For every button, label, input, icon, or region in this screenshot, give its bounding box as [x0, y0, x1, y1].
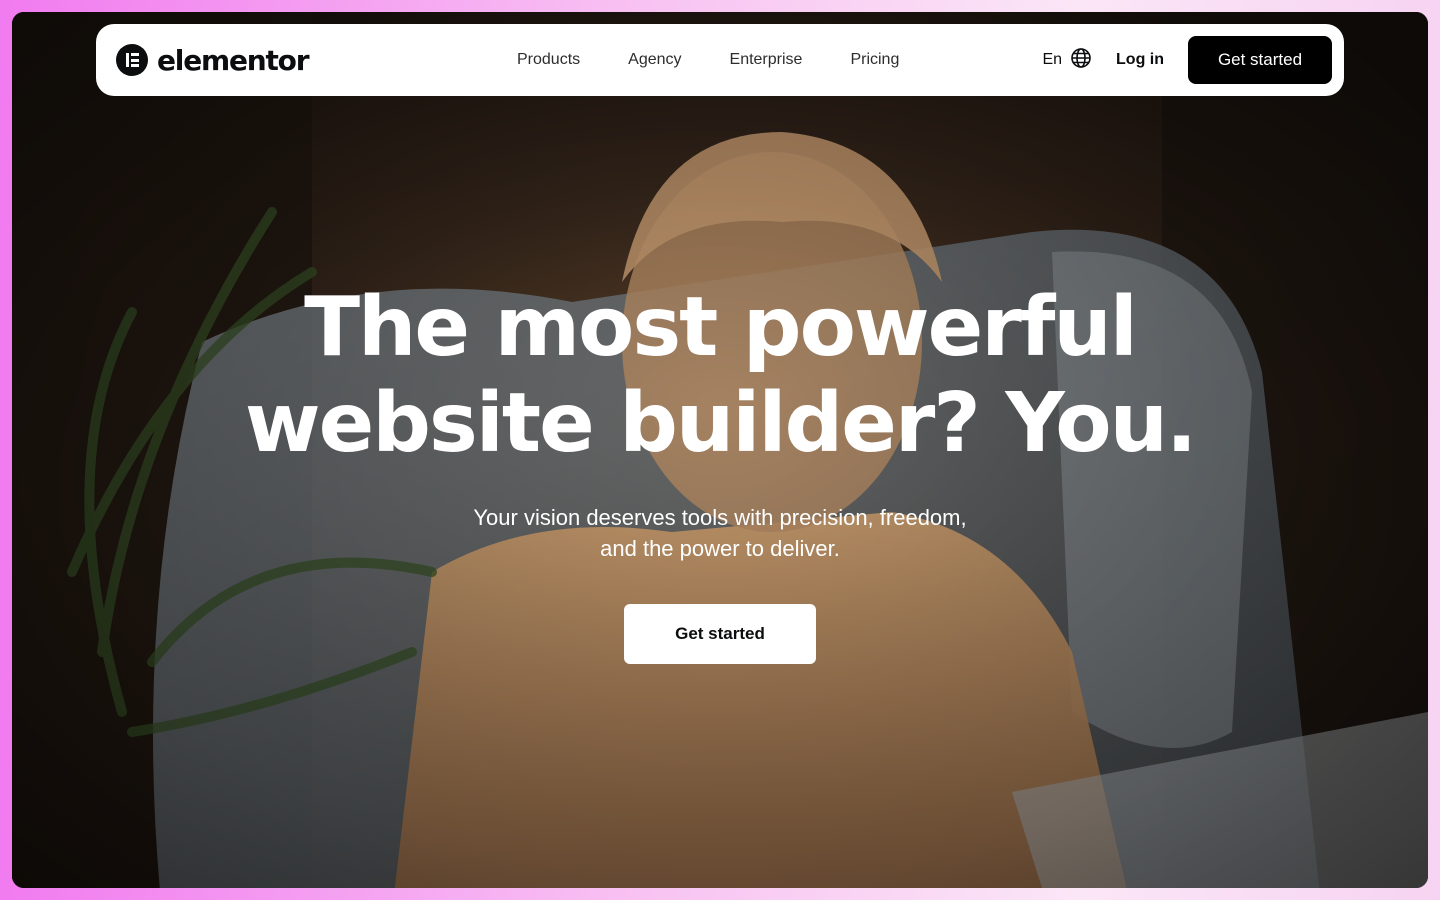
- nav-actions: En Log in Get started: [1042, 24, 1332, 96]
- language-label: En: [1042, 51, 1063, 68]
- globe-icon: [1070, 47, 1092, 74]
- elementor-logo-icon: [116, 44, 148, 76]
- nav-products[interactable]: Products: [517, 51, 580, 69]
- nav-pricing[interactable]: Pricing: [850, 51, 899, 69]
- top-navbar: elementor Products Agency Enterprise Pri…: [96, 24, 1344, 96]
- primary-nav: Products Agency Enterprise Pricing: [517, 24, 899, 96]
- hero-subheading-line-1: Your vision deserves tools with precisio…: [473, 505, 967, 530]
- nav-agency[interactable]: Agency: [628, 51, 681, 69]
- nav-enterprise[interactable]: Enterprise: [730, 51, 803, 69]
- nav-get-started-button[interactable]: Get started: [1188, 36, 1332, 84]
- hero-frame: elementor Products Agency Enterprise Pri…: [12, 12, 1428, 888]
- login-link[interactable]: Log in: [1116, 51, 1164, 69]
- hero-headline: The most powerful website builder? You.: [12, 280, 1428, 472]
- brand[interactable]: elementor: [116, 43, 310, 77]
- hero-get-started-button[interactable]: Get started: [624, 604, 816, 664]
- hero-content: The most powerful website builder? You. …: [12, 280, 1428, 664]
- hero-subheading: Your vision deserves tools with precisio…: [420, 502, 1020, 564]
- brand-wordmark: elementor: [157, 43, 310, 77]
- language-selector[interactable]: En: [1042, 47, 1092, 74]
- hero-headline-line-2: website builder? You.: [244, 376, 1197, 471]
- hero-subheading-line-2: and the power to deliver.: [600, 536, 840, 561]
- hero-headline-line-1: The most powerful: [304, 280, 1138, 375]
